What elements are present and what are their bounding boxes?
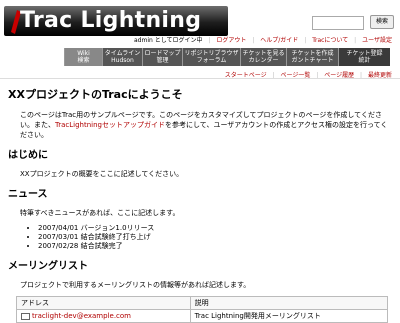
- news-text: 特筆すべきニュースがあれば、ここに記述します。: [20, 209, 180, 217]
- logo-text: Trac Lightning: [20, 8, 202, 33]
- separator: |: [304, 37, 307, 44]
- mailing-text: プロジェクトで利用するメーリングリストの情報等があれば記述します。: [20, 281, 251, 289]
- section-heading-news: ニュース: [8, 189, 48, 200]
- tab-label: 統計: [358, 57, 371, 64]
- divider: [0, 78, 400, 79]
- tab-label: 管理: [156, 57, 169, 64]
- table-header: アドレス: [16, 296, 191, 310]
- overview-text: XXプロジェクトの概要をここに記述してください。: [20, 170, 184, 178]
- tab-browse-source[interactable]: リポジトリブラウザ フォーラム: [182, 48, 240, 66]
- trac-logo[interactable]: Trac Lightning: [4, 6, 228, 36]
- tab-roadmap[interactable]: ロードマップ 管理: [142, 48, 182, 66]
- section-heading-overview: はじめに: [8, 150, 48, 161]
- tab-label: Hudson: [111, 57, 134, 64]
- news-list: 2007/04/01 バージョン1.0リリース 2007/03/01 結合試験終…: [38, 224, 392, 251]
- mailing-address-link[interactable]: traclight-dev@example.com: [32, 312, 131, 320]
- intro-paragraph: このページはTrac用のサンプルページです。このページをカスタマイズしてプロジェ…: [20, 110, 392, 140]
- logout-link[interactable]: ログアウト: [216, 37, 246, 44]
- tab-label: 検索: [77, 57, 90, 64]
- table-header-row: アドレス 説明: [16, 296, 389, 310]
- section-heading-mailing-list: メーリングリスト: [8, 261, 88, 272]
- tab-label: リポジトリブラウザ: [184, 50, 239, 57]
- setup-guide-link[interactable]: TracLightningセットアップガイド: [55, 121, 165, 129]
- logged-in-user: admin としてログイン中: [133, 37, 203, 44]
- list-item: 2007/02/28 結合試験完了: [38, 242, 392, 251]
- mailing-list-table: アドレス 説明 traclight-dev@example.com Trac L…: [16, 296, 389, 323]
- metanav: admin としてログイン中 | ログアウト | ヘルプ/ガイド | Tracに…: [134, 37, 392, 45]
- tab-label: チケット登録: [346, 50, 383, 57]
- tab-label: ガントチャート: [291, 57, 334, 64]
- list-item: 2007/03/01 結合試験終了打ち上げ: [38, 233, 392, 242]
- main-navigation: Wiki 検索 タイムライン Hudson ロードマップ 管理 リポジトリブラウ…: [64, 48, 390, 66]
- table-cell: Trac Lightning開発用メーリングリスト: [189, 309, 389, 323]
- table-cell: traclight-dev@example.com: [16, 309, 191, 323]
- tab-label: ロードマップ: [144, 50, 181, 57]
- wiki-content: XXプロジェクトのTracにようこそ このページはTrac用のサンプルページです…: [8, 80, 392, 323]
- about-trac-link[interactable]: Tracについて: [312, 37, 348, 44]
- table-header: 説明: [189, 296, 389, 310]
- separator: |: [252, 37, 255, 44]
- tab-label: フォーラム: [196, 57, 227, 64]
- tab-new-ticket[interactable]: チケットを作成 ガントチャート: [286, 48, 338, 66]
- tab-timeline[interactable]: タイムライン Hudson: [102, 48, 142, 66]
- page-title: XXプロジェクトのTracにようこそ: [8, 88, 183, 101]
- search-input[interactable]: [312, 16, 364, 30]
- tab-label: チケットを作成: [291, 50, 334, 57]
- mail-icon: [21, 312, 30, 320]
- search-button[interactable]: 検索: [370, 15, 394, 29]
- tab-label: タイムライン: [104, 50, 141, 57]
- tab-label: Wiki: [77, 50, 90, 57]
- table-row: traclight-dev@example.com Trac Lightning…: [16, 309, 389, 323]
- separator: |: [208, 37, 211, 44]
- separator: |: [354, 37, 357, 44]
- tab-wiki[interactable]: Wiki 検索: [64, 48, 102, 66]
- tab-label: チケットを見る: [242, 50, 285, 57]
- preferences-link[interactable]: ユーザ設定: [362, 37, 392, 44]
- tab-label: カレンダー: [248, 57, 279, 64]
- help-link[interactable]: ヘルプ/ガイド: [260, 37, 298, 44]
- tab-view-tickets[interactable]: チケットを見る カレンダー: [240, 48, 286, 66]
- tab-ticket-register[interactable]: チケット登録 統計: [338, 48, 390, 66]
- list-item: 2007/04/01 バージョン1.0リリース: [38, 224, 392, 233]
